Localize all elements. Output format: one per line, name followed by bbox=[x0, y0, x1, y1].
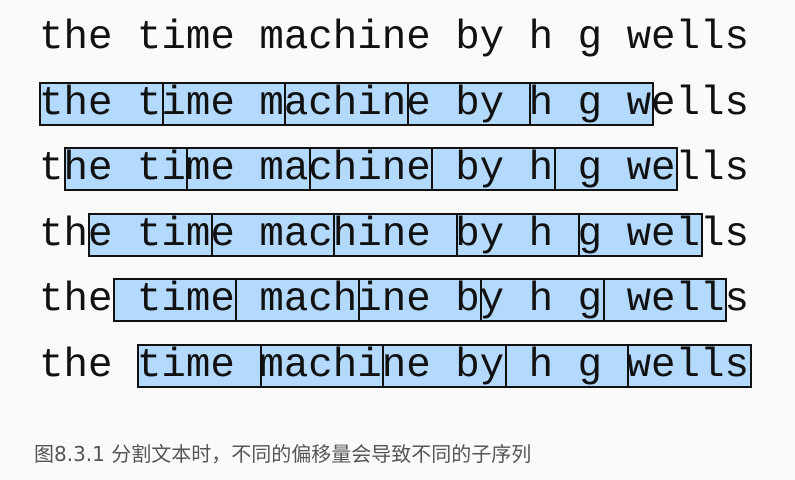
sentence-text: the time machine by h g wells bbox=[39, 211, 749, 258]
offset-row-3: the time machine by h g wells bbox=[0, 277, 795, 324]
offset-row-4: the time machine by h g wells bbox=[0, 344, 795, 388]
sentence-text: the time machine by h g wells bbox=[39, 277, 749, 324]
offset-row-0: the time machine by h g wells bbox=[0, 80, 795, 127]
sentence-text: the time machine by h g wells bbox=[39, 146, 749, 193]
sentence-text: the time machine by h g wells bbox=[39, 15, 749, 61]
original-sentence-row: the time machine by h g wells bbox=[0, 16, 795, 60]
sentence-text: the time machine by h g wells bbox=[39, 343, 749, 389]
offset-row-1: the time machine by h g wells bbox=[0, 146, 795, 193]
sentence-text: the time machine by h g wells bbox=[39, 80, 749, 127]
offset-row-2: the time machine by h g wells bbox=[0, 211, 795, 258]
figure-caption: 图8.3.1 分割文本时，不同的偏移量会导致不同的子序列 bbox=[34, 442, 532, 466]
